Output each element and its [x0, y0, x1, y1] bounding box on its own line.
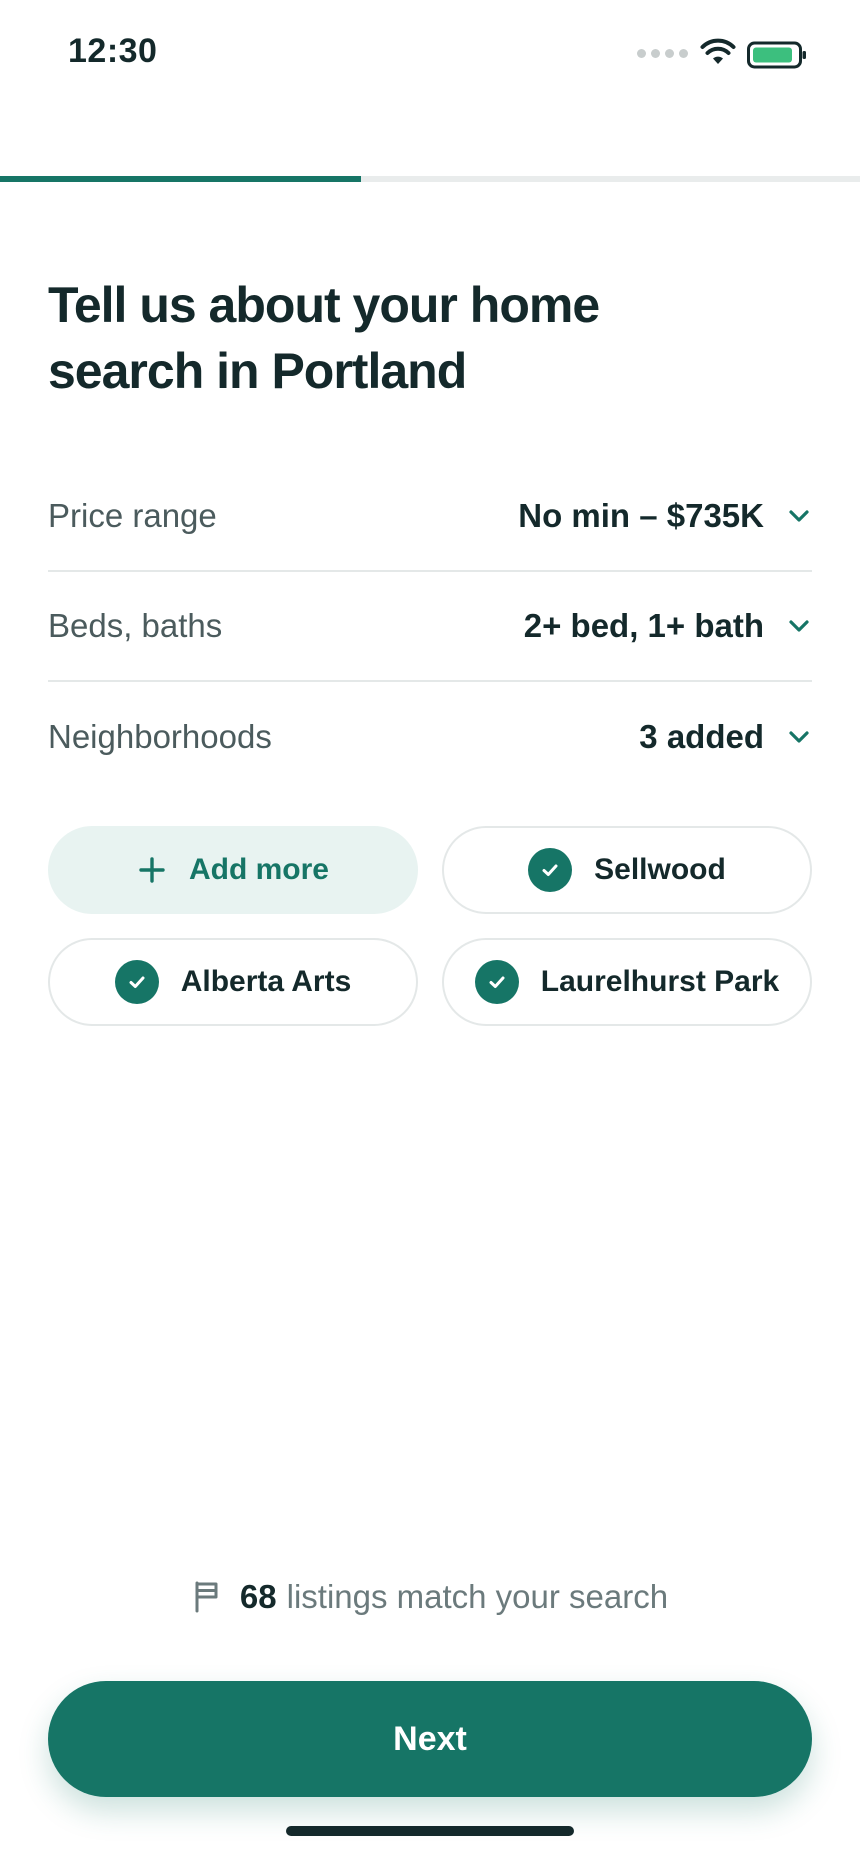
progress-bar — [0, 176, 860, 182]
neighborhood-chip-sellwood[interactable]: Sellwood — [442, 826, 812, 914]
chevron-down-icon — [789, 731, 809, 743]
next-button[interactable]: Next — [48, 1681, 812, 1797]
beds-baths-label: Beds, baths — [48, 607, 223, 644]
onboarding-screen: 12:30 Tell us about your home search in … — [0, 0, 860, 1864]
home-indicator[interactable] — [286, 1826, 574, 1836]
cellular-signal-icon — [637, 49, 688, 58]
check-icon — [528, 848, 573, 892]
progress-bar-fill — [0, 176, 362, 182]
plus-icon — [139, 857, 165, 883]
listings-text: listings match your search — [286, 1578, 669, 1615]
page-title: Tell us about your home search in Portla… — [48, 277, 600, 399]
neighborhood-chip-label: Sellwood — [594, 853, 726, 886]
battery-icon — [747, 41, 806, 69]
neighborhood-chip-label: Alberta Arts — [180, 965, 352, 998]
neighborhood-chip-label: Laurelhurst Park — [540, 965, 780, 998]
neighborhoods-label: Neighborhoods — [48, 718, 272, 755]
check-icon — [474, 960, 519, 1004]
search-filters: Price range No min – $735K Beds, baths 2… — [48, 462, 812, 792]
neighborhood-chips: Add more Sellwood Alberta Arts Laurelhur… — [48, 826, 812, 1026]
status-time: 12:30 — [68, 32, 158, 70]
beds-baths-value: 2+ bed, 1+ bath — [523, 607, 764, 644]
check-icon — [114, 960, 159, 1004]
price-range-label: Price range — [48, 497, 217, 534]
listings-match-summary: 68 listings match your search — [0, 1578, 860, 1616]
status-bar: 12:30 — [0, 0, 860, 110]
add-more-label: Add more — [188, 853, 329, 886]
chevron-down-icon — [789, 510, 809, 522]
wifi-icon — [700, 38, 736, 64]
neighborhoods-value: 3 added — [639, 718, 764, 755]
price-range-value: No min – $735K — [518, 497, 764, 534]
neighborhood-chip-alberta-arts[interactable]: Alberta Arts — [48, 938, 418, 1026]
beds-baths-row[interactable]: Beds, baths 2+ bed, 1+ bath — [48, 572, 812, 682]
price-range-row[interactable]: Price range No min – $735K — [48, 462, 812, 572]
add-more-button[interactable]: Add more — [48, 826, 418, 914]
chevron-down-icon — [789, 620, 809, 632]
listings-count: 68 — [239, 1578, 277, 1615]
neighborhoods-row[interactable]: Neighborhoods 3 added — [48, 682, 812, 792]
flag-icon — [195, 1581, 218, 1613]
neighborhood-chip-laurelhurst-park[interactable]: Laurelhurst Park — [442, 938, 812, 1026]
